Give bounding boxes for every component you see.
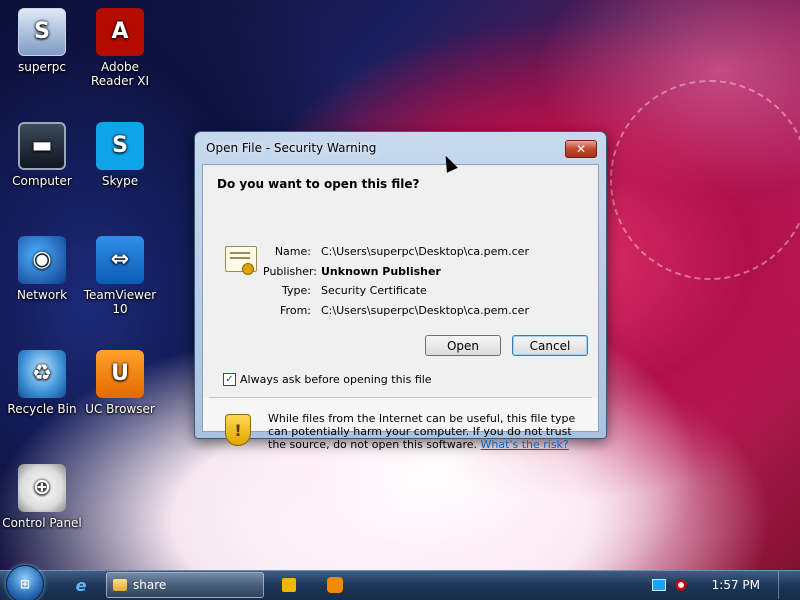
file-type-value: Security Certificate	[321, 284, 427, 298]
start-button[interactable]: ⊞	[6, 565, 44, 600]
desktop-icon-label: Control Panel	[2, 516, 82, 530]
user-folder-icon: S	[18, 8, 66, 56]
desktop-icon-label: superpc	[17, 60, 66, 74]
desktop-icon-recycle-bin[interactable]: ♻ Recycle Bin	[0, 350, 84, 416]
file-info-row-name: Name: C:\Users\superpc\Desktop\ca.pem.ce…	[263, 242, 529, 262]
close-icon: ✕	[575, 142, 587, 156]
desktop-icon-label: Adobe Reader XI	[90, 60, 150, 88]
always-ask-checkbox-row[interactable]: ✓ Always ask before opening this file	[223, 373, 432, 386]
uc-browser-icon	[327, 577, 343, 593]
computer-icon: ▬	[18, 122, 66, 170]
cancel-button[interactable]: Cancel	[512, 335, 588, 356]
file-info-key: Publisher:	[263, 264, 318, 278]
dialog-question: Do you want to open this file?	[217, 177, 420, 191]
desktop-icon-label: Network	[16, 288, 68, 302]
desktop-icon-label: Skype	[101, 174, 139, 188]
warning-area: ! While files from the Internet can be u…	[203, 398, 598, 451]
folder-icon	[113, 579, 127, 591]
desktop-icon-network[interactable]: ◉ Network	[0, 236, 84, 302]
network-icon: ◉	[18, 236, 66, 284]
internet-explorer-icon: e	[75, 575, 87, 595]
open-button[interactable]: Open	[425, 335, 501, 356]
security-warning-dialog: Open File - Security Warning ✕ Do you wa…	[194, 131, 607, 451]
always-ask-label: Always ask before opening this file	[240, 373, 432, 386]
show-desktop-button[interactable]	[778, 571, 790, 599]
file-info-grid: Name: C:\Users\superpc\Desktop\ca.pem.ce…	[263, 242, 529, 320]
desktop-icon-skype[interactable]: S Skype	[78, 122, 162, 188]
desktop-icon-uc-browser[interactable]: U UC Browser	[78, 350, 162, 416]
taskbar-task-label: share	[133, 578, 167, 592]
desktop-icon-control-panel[interactable]: ⊕ Control Panel	[0, 464, 84, 530]
desktop-icon-label: Recycle Bin	[7, 402, 77, 416]
taskbar-task-share[interactable]: share	[106, 572, 264, 598]
media-player-icon	[282, 578, 296, 592]
file-info-row-from: From: C:\Users\superpc\Desktop\ca.pem.ce…	[263, 301, 529, 321]
display-tray-icon[interactable]	[651, 579, 666, 591]
dialog-titlebar[interactable]: Open File - Security Warning ✕	[202, 132, 599, 164]
volume-muted-icon[interactable]	[673, 579, 688, 591]
file-info-row-type: Type: Security Certificate	[263, 281, 529, 301]
whats-the-risk-link[interactable]: What's the risk?	[481, 438, 569, 451]
file-info-row-publisher: Publisher: Unknown Publisher	[263, 262, 529, 282]
control-panel-icon: ⊕	[18, 464, 66, 512]
file-info-key: Type:	[282, 284, 311, 298]
clock[interactable]: 1:57 PM	[712, 578, 760, 592]
certificate-icon	[225, 246, 257, 275]
windows-logo-icon: ⊞	[19, 577, 31, 591]
taskbar-internet-explorer[interactable]: e	[68, 574, 94, 596]
adobe-reader-icon: A	[96, 8, 144, 56]
desktop-icon-adobe-reader[interactable]: A Adobe Reader XI	[78, 8, 162, 88]
file-name-value: C:\Users\superpc\Desktop\ca.pem.cer	[321, 245, 529, 259]
recycle-bin-icon: ♻	[18, 350, 66, 398]
uc-browser-icon: U	[96, 350, 144, 398]
desktop-icon-label: TeamViewer 10	[83, 288, 157, 316]
desktop-icon-teamviewer[interactable]: ⇔ TeamViewer 10	[78, 236, 162, 316]
file-info-key: From:	[280, 303, 311, 317]
warning-shield-icon: !	[225, 414, 251, 446]
file-info-key: Name:	[274, 245, 311, 259]
always-ask-checkbox[interactable]: ✓	[223, 373, 236, 386]
desktop-icon-label: UC Browser	[85, 402, 155, 416]
desktop-icon-label: Computer	[12, 174, 72, 188]
warning-text-block: While files from the Internet can be use…	[268, 412, 593, 451]
taskbar-media-player[interactable]	[276, 574, 302, 596]
wallpaper-swirl	[610, 80, 800, 280]
teamviewer-icon: ⇔	[96, 236, 144, 284]
desktop-icon-computer[interactable]: ▬ Computer	[0, 122, 84, 188]
taskbar-uc-browser[interactable]	[322, 574, 348, 596]
dialog-title: Open File - Security Warning	[206, 141, 377, 155]
desktop-icon-superpc[interactable]: S superpc	[0, 8, 84, 74]
file-from-value: C:\Users\superpc\Desktop\ca.pem.cer	[321, 303, 529, 317]
skype-icon: S	[96, 122, 144, 170]
close-button[interactable]: ✕	[565, 140, 597, 158]
system-tray: 1:57 PM	[651, 571, 800, 599]
dialog-client-area: Do you want to open this file? Name: C:\…	[202, 164, 599, 451]
publisher-value: Unknown Publisher	[321, 264, 441, 278]
